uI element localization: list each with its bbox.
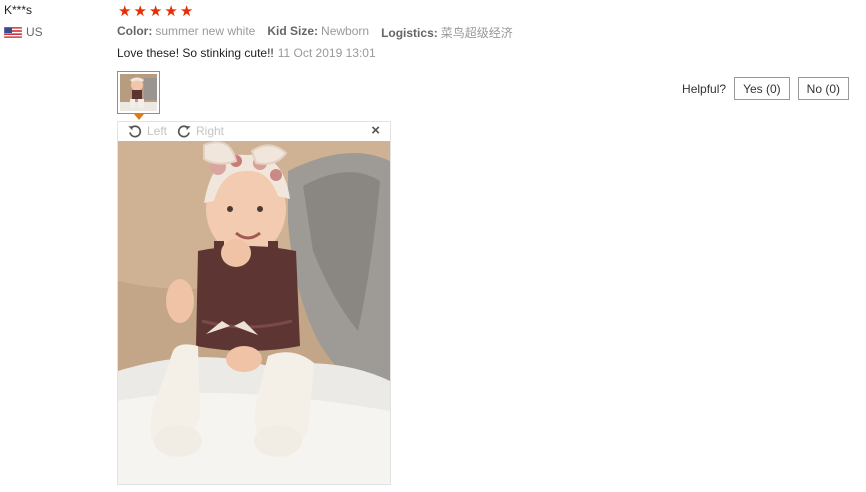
us-flag-icon [4,26,22,38]
review-photo-thumbnail[interactable] [117,71,160,114]
order-attributes: Color: summer new white Kid Size: Newborn … [117,24,513,41]
star-icon: ★ [118,3,132,20]
star-icon: ★ [133,3,147,20]
rotate-left-button[interactable]: Left [127,123,167,139]
thumbnail-image [120,74,157,111]
close-icon[interactable]: × [371,122,380,139]
star-icon: ★ [179,3,194,20]
attribute-key: Logistics: [381,26,438,40]
attribute-value: 菜鸟超级经济 [440,26,513,40]
photo-viewer-toolbar: Left Right × [118,122,390,141]
review-photo [118,141,390,484]
rotate-right-label: Right [196,124,225,138]
rotate-left-icon [128,125,142,138]
review-text: Love these! So stinking cute!! [117,46,274,60]
helpful-yes-button[interactable]: Yes (0) [734,77,790,100]
attribute-value: Newborn [321,24,370,38]
attribute-key: Kid Size: [267,24,319,38]
review-comment: Love these! So stinking cute!! 11 Oct 201… [117,46,376,60]
rotate-left-label: Left [147,124,168,138]
helpful-label: Helpful? [682,81,727,96]
star-rating: ★ ★ ★ ★ ★ [118,4,193,19]
reviewer-country: US [4,25,43,39]
attribute-kid-size: Kid Size: Newborn [267,24,369,41]
attribute-color: Color: summer new white [117,24,255,41]
thumbnail-selected-indicator [134,114,144,120]
helpful-no-button[interactable]: No (0) [797,77,849,100]
rotate-right-button[interactable]: Right [176,123,224,139]
photo-viewer: Left Right × [117,121,391,485]
country-code: US [26,25,43,39]
reviewer-name: K***s [4,3,33,17]
helpful-vote: Helpful? Yes (0) No (0) [682,77,849,100]
review-timestamp: 11 Oct 2019 13:01 [277,46,376,60]
star-icon: ★ [148,3,163,20]
star-icon: ★ [164,3,178,20]
attribute-value: summer new white [155,24,256,38]
attribute-key: Color: [117,24,153,38]
rotate-right-icon [177,125,191,138]
attribute-logistics: Logistics: 菜鸟超级经济 [381,24,513,41]
